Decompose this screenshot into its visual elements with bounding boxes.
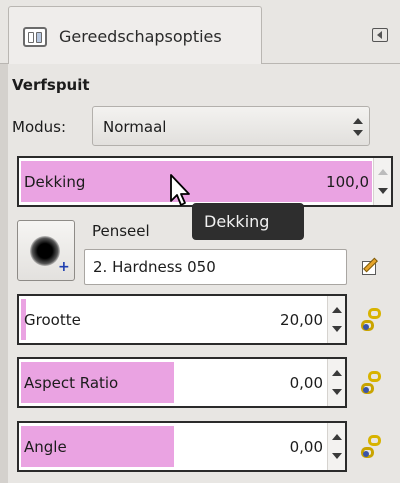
select-updown-icon — [353, 118, 363, 136]
spin-up-icon[interactable] — [332, 307, 342, 313]
tooltip-text: Dekking — [204, 212, 270, 231]
mode-label: Modus: — [12, 118, 67, 136]
reset-angle-icon[interactable] — [360, 434, 384, 462]
tooltip: Dekking — [192, 203, 304, 240]
size-label: Grootte — [24, 311, 81, 329]
aspect-ratio-label: Aspect Ratio — [24, 374, 119, 392]
size-scale[interactable]: Grootte 20,00 — [17, 294, 347, 345]
tool-options-icon — [23, 27, 47, 47]
spin-down-icon[interactable] — [332, 453, 342, 459]
mode-value: Normaal — [103, 118, 167, 136]
opacity-scale[interactable]: Dekking 100,0 — [17, 156, 393, 207]
edit-brush-icon[interactable] — [362, 257, 382, 275]
tab-menu-icon[interactable] — [372, 28, 388, 42]
tab-label: Gereedschapsopties — [59, 27, 222, 46]
spin-up-icon[interactable] — [332, 370, 342, 376]
angle-label: Angle — [24, 438, 67, 456]
dock-tab-bar: Gereedschapsopties — [0, 0, 400, 64]
brush-shape-icon — [30, 236, 60, 266]
brush-preview-button[interactable]: + — [17, 220, 75, 281]
aspect-ratio-value: 0,00 — [289, 374, 323, 392]
angle-scale[interactable]: Angle 0,00 — [17, 421, 347, 472]
brush-name-value: 2. Hardness 050 — [93, 258, 216, 276]
brush-plus-icon: + — [58, 259, 70, 275]
mode-select[interactable]: Normaal — [92, 106, 370, 146]
panel-edge — [0, 64, 8, 483]
reset-size-icon[interactable] — [360, 307, 384, 335]
spin-down-icon[interactable] — [378, 188, 388, 194]
angle-spin-buttons[interactable] — [327, 423, 345, 470]
mouse-cursor-icon — [170, 174, 190, 206]
aspect-ratio-spin-buttons[interactable] — [327, 359, 345, 406]
spin-down-icon[interactable] — [332, 389, 342, 395]
tab-tool-options[interactable]: Gereedschapsopties — [8, 6, 262, 64]
tool-title: Verfspuit — [12, 76, 90, 94]
size-spin-buttons[interactable] — [327, 296, 345, 343]
angle-value: 0,00 — [289, 438, 323, 456]
spin-up-icon[interactable] — [378, 169, 388, 175]
brush-name-field[interactable]: 2. Hardness 050 — [84, 249, 347, 285]
opacity-spin-buttons[interactable] — [373, 158, 391, 205]
spin-up-icon[interactable] — [332, 434, 342, 440]
brush-label: Penseel — [92, 222, 150, 240]
size-value: 20,00 — [280, 311, 323, 329]
opacity-label: Dekking — [24, 173, 86, 191]
aspect-ratio-scale[interactable]: Aspect Ratio 0,00 — [17, 357, 347, 408]
reset-aspect-ratio-icon[interactable] — [360, 370, 384, 398]
spin-down-icon[interactable] — [332, 326, 342, 332]
opacity-value: 100,0 — [326, 173, 369, 191]
